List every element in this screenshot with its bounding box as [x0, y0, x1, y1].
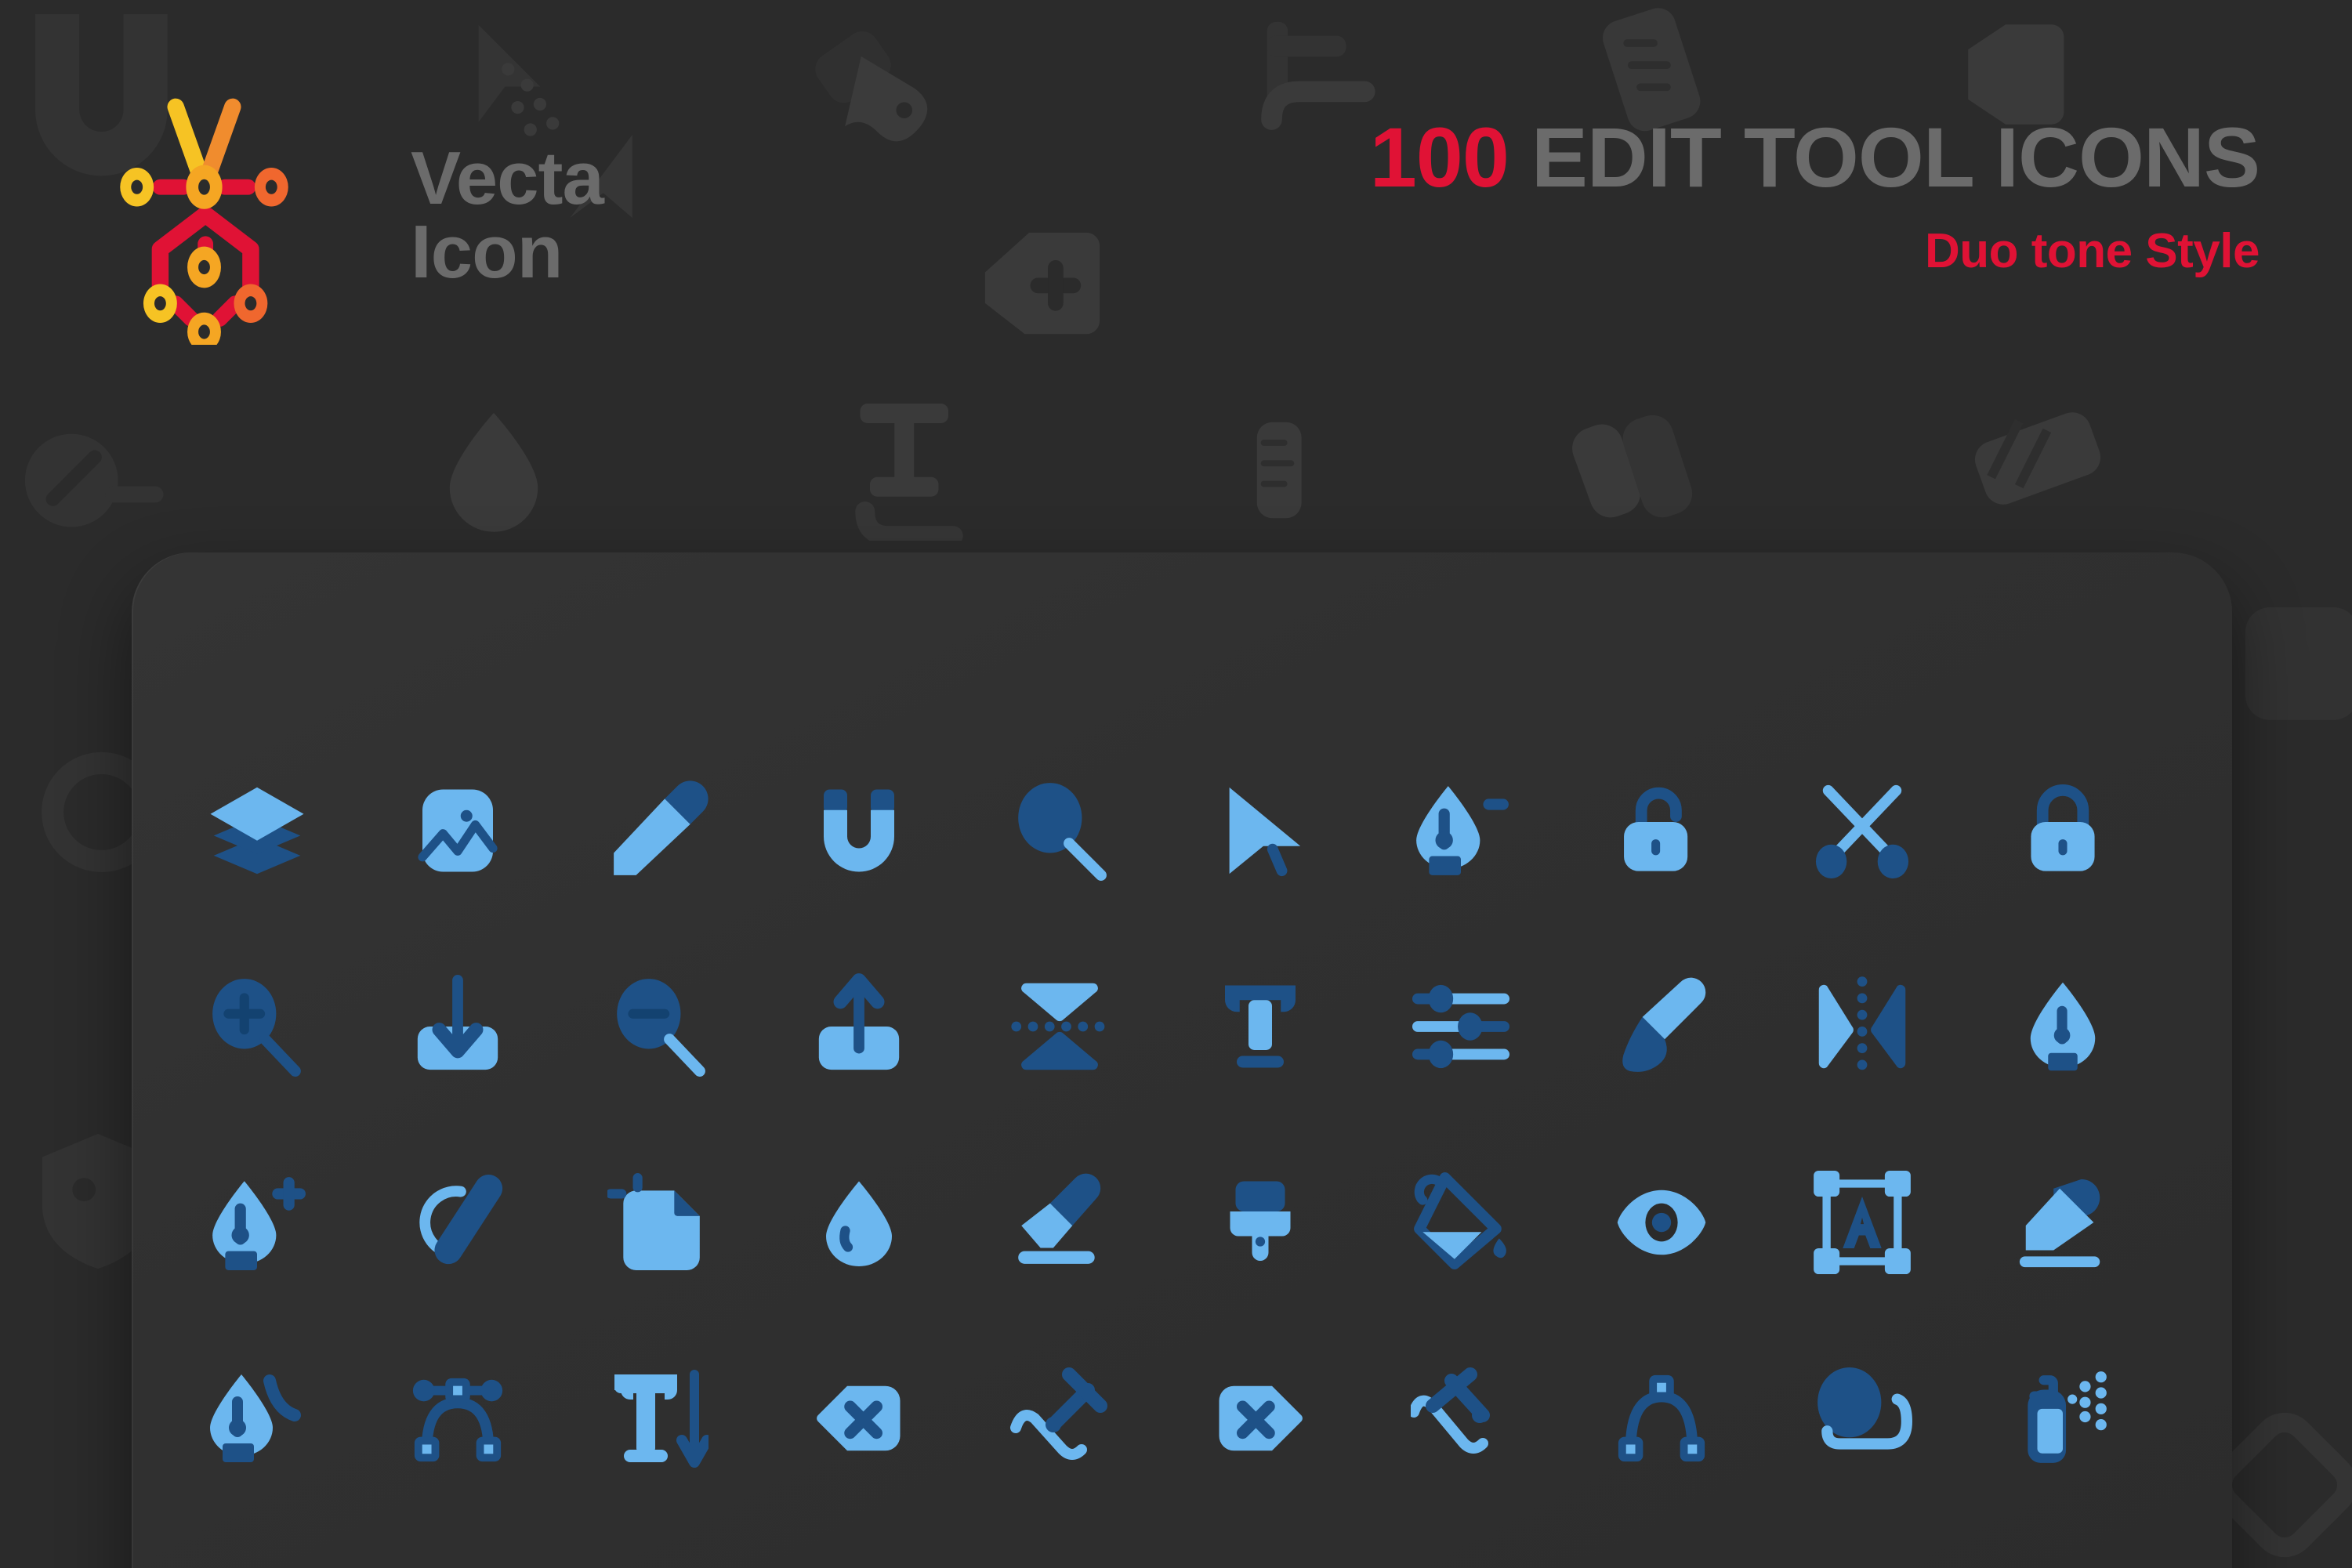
highlighter-icon — [2019, 1179, 2100, 1268]
icon-cell-delete-point-right[interactable] — [1160, 1320, 1361, 1516]
magnet-icon — [824, 789, 894, 872]
icon-cell-lock[interactable] — [1962, 733, 2163, 929]
icon-cell-pencil[interactable] — [558, 733, 759, 929]
pen-plus-icon — [212, 1177, 306, 1270]
icon-cell-cursor[interactable] — [1160, 733, 1361, 929]
icon-cell-flip-horizontal[interactable] — [1762, 929, 1962, 1124]
icon-cell-bezier-arc[interactable] — [1561, 1320, 1762, 1516]
icon-cell-magnifier[interactable] — [959, 733, 1160, 929]
icon-cell-pen-plus[interactable] — [157, 1124, 357, 1320]
icon-cell-zoom-out[interactable] — [558, 929, 759, 1124]
delete-point-right-icon — [1219, 1385, 1303, 1451]
bezier-arc-icon — [1618, 1374, 1705, 1462]
icon-cell-blob-path[interactable] — [1762, 1320, 1962, 1516]
cursor-arrow-icon — [1229, 787, 1301, 877]
icon-cell-text-tool[interactable] — [1160, 929, 1361, 1124]
pen-curve-icon — [210, 1374, 301, 1462]
icon-cell-image[interactable] — [357, 733, 558, 929]
unlock-icon — [1624, 787, 1688, 871]
delete-point-left-icon — [817, 1385, 901, 1451]
icon-cell-highlighter[interactable] — [1962, 1124, 2163, 1320]
new-file-icon — [607, 1173, 700, 1270]
spray-can-icon — [2028, 1371, 2107, 1463]
icon-cell-sliders[interactable] — [1361, 929, 1561, 1124]
lock-icon — [2031, 784, 2095, 871]
icon-cell-curve-handle[interactable] — [959, 1320, 1160, 1516]
text-transform-icon — [1814, 1171, 1911, 1274]
paint-bucket-icon — [1414, 1172, 1506, 1269]
sliders-icon — [1412, 984, 1510, 1069]
icon-cell-unlock[interactable] — [1561, 733, 1762, 929]
icon-cell-bezier-node[interactable] — [357, 1320, 558, 1516]
brush-icon — [1230, 1181, 1291, 1261]
flip-horizontal-icon — [1818, 976, 1906, 1070]
icon-cell-text-height[interactable] — [558, 1320, 759, 1516]
scissors-icon — [1815, 784, 1909, 879]
icon-cell-export[interactable] — [759, 929, 959, 1124]
pen-nib-icon — [2030, 982, 2096, 1071]
zoom-in-icon — [212, 979, 301, 1077]
droplet-icon — [826, 1181, 892, 1266]
icon-cell-delete-point-left[interactable] — [759, 1320, 959, 1516]
icon-cell-import[interactable] — [357, 929, 558, 1124]
eye-icon — [1617, 1190, 1706, 1255]
icon-cell-brush[interactable] — [1160, 1124, 1361, 1320]
icon-grid — [0, 0, 2352, 1568]
icon-cell-lasso-edit[interactable] — [357, 1124, 558, 1320]
flip-vertical-icon — [1011, 983, 1105, 1070]
icon-cell-scissors[interactable] — [1762, 733, 1962, 929]
export-icon — [818, 973, 900, 1070]
icon-cell-text-transform[interactable] — [1762, 1124, 1962, 1320]
icon-cell-new-file[interactable] — [558, 1124, 759, 1320]
icon-cell-zoom-in[interactable] — [157, 929, 357, 1124]
paintbrush-icon — [1622, 977, 1706, 1072]
icon-cell-pen-curve[interactable] — [157, 1320, 357, 1516]
zoom-out-icon — [617, 979, 705, 1077]
text-height-icon — [614, 1370, 708, 1468]
curve-handle-alt-icon — [1411, 1367, 1490, 1454]
icon-cell-eraser[interactable] — [959, 1124, 1160, 1320]
layers-icon — [210, 787, 304, 875]
icon-cell-pen-minus[interactable] — [1361, 733, 1561, 929]
icon-cell-eye[interactable] — [1561, 1124, 1762, 1320]
icon-cell-spray-can[interactable] — [1962, 1320, 2163, 1516]
import-icon — [417, 975, 498, 1070]
image-icon — [418, 789, 498, 872]
curve-handle-icon — [1010, 1367, 1107, 1460]
bezier-node-icon — [412, 1378, 503, 1462]
icon-cell-pen-nib[interactable] — [1962, 929, 2163, 1124]
eraser-icon — [1018, 1173, 1101, 1264]
blob-path-icon — [1817, 1367, 1912, 1450]
icon-cell-curve-handle-alt[interactable] — [1361, 1320, 1561, 1516]
icon-cell-droplet[interactable] — [759, 1124, 959, 1320]
icon-cell-magnet[interactable] — [759, 733, 959, 929]
magnifier-icon — [1018, 783, 1107, 881]
icon-cell-layers[interactable] — [157, 733, 357, 929]
icon-cell-flip-vertical[interactable] — [959, 929, 1160, 1124]
poster-canvas: Vecta Icon 100 EDIT TOOL ICONS Duo tone … — [0, 0, 2352, 1568]
lasso-edit-icon — [419, 1174, 503, 1265]
text-tool-icon — [1225, 985, 1296, 1068]
pencil-icon — [614, 780, 708, 875]
icon-cell-paint-bucket[interactable] — [1361, 1124, 1561, 1320]
pen-minus-icon — [1416, 786, 1509, 875]
icon-cell-paintbrush[interactable] — [1561, 929, 1762, 1124]
